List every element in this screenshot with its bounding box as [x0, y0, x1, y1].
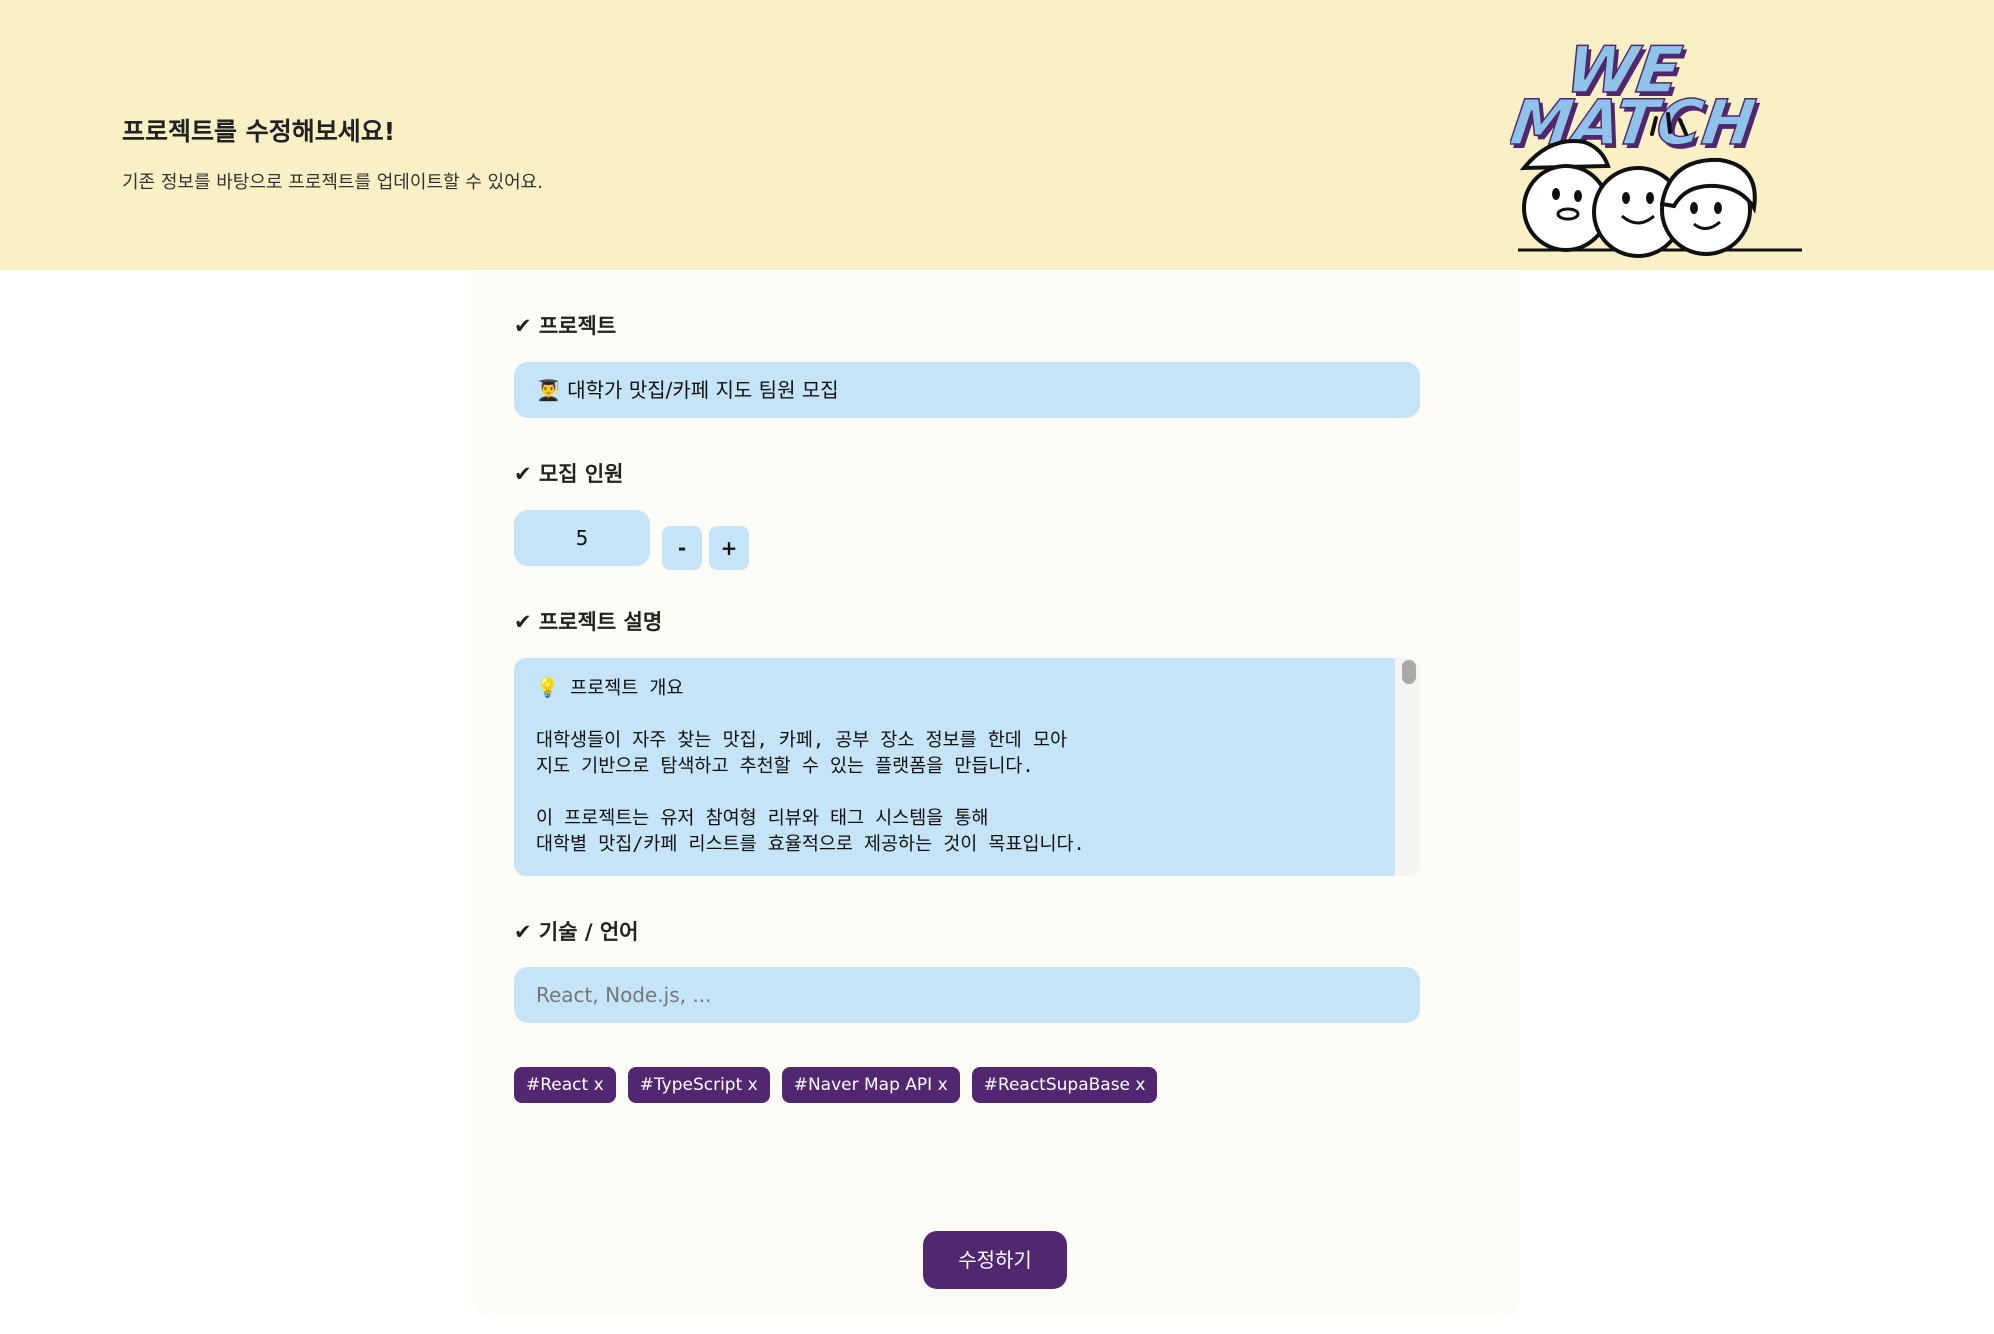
description-text: 💡 프로젝트 개요 대학생들이 자주 찾는 맛집, 카페, 공부 장소 정보를 … [536, 678, 1085, 855]
tech-label: ✔ 기술 / 언어 [514, 920, 639, 944]
description-label: ✔ 프로젝트 설명 [514, 610, 663, 634]
increment-button[interactable]: + [709, 526, 749, 570]
project-label: ✔ 프로젝트 [514, 314, 617, 338]
submit-edit-button[interactable]: 수정하기 [923, 1231, 1067, 1289]
page-subtitle: 기존 정보를 바탕으로 프로젝트를 업데이트할 수 있어요. [122, 172, 543, 193]
tag-naver-map-api[interactable]: #Naver Map API x [781, 1067, 960, 1103]
tag-reactsupabase[interactable]: #ReactSupaBase x [971, 1067, 1158, 1103]
description-textarea[interactable]: 💡 프로젝트 개요 대학생들이 자주 찾는 맛집, 카페, 공부 장소 정보를 … [514, 658, 1420, 876]
decrement-button[interactable]: - [662, 526, 702, 570]
face-with-hair-icon [1659, 157, 1757, 256]
scrollbar-thumb[interactable] [1402, 660, 1416, 684]
project-title-input[interactable]: 👨‍🎓 대학가 맛집/카페 지도 팀원 모집 [514, 362, 1420, 418]
recruit-count-input[interactable]: 5 [514, 510, 650, 566]
tech-tag-list: #React x #TypeScript x #Naver Map API x … [514, 1067, 1158, 1103]
edit-form-card: ✔ 프로젝트 👨‍🎓 대학가 맛집/카페 지도 팀원 모집 ✔ 모집 인원 5 … [472, 270, 1520, 1316]
recruit-count-label: ✔ 모집 인원 [514, 462, 624, 486]
tag-typescript[interactable]: #TypeScript x [627, 1067, 770, 1103]
we-match-logo: WE WE MATCH MATCH [1510, 33, 1802, 258]
header-banner: 프로젝트를 수정해보세요! 기존 정보를 바탕으로 프로젝트를 업데이트할 수 … [0, 0, 1994, 270]
tag-react[interactable]: #React x [514, 1067, 616, 1103]
page-title: 프로젝트를 수정해보세요! [122, 117, 396, 146]
tech-input[interactable]: React, Node.js, ... [514, 967, 1420, 1023]
description-scrollbar[interactable] [1394, 658, 1420, 876]
